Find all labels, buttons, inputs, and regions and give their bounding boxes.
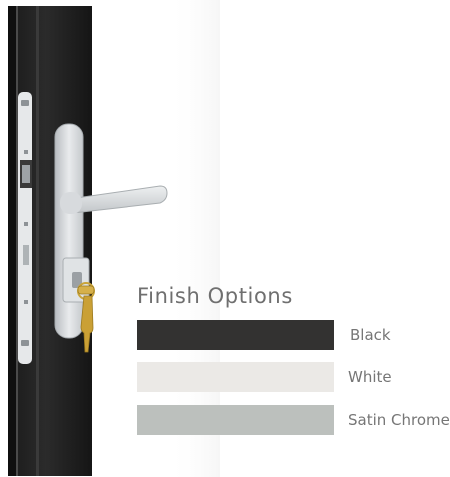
satin-chrome-swatch	[137, 405, 334, 435]
finish-label-white: White	[348, 368, 392, 386]
finish-option-black[interactable]: Black	[137, 320, 450, 350]
finish-label-black: Black	[350, 326, 391, 344]
finish-label-satin-chrome: Satin Chrome	[348, 411, 450, 429]
white-swatch	[137, 362, 334, 392]
black-swatch	[137, 320, 334, 350]
finish-option-satin-chrome[interactable]: Satin Chrome	[137, 405, 450, 435]
finish-options-title: Finish Options	[137, 284, 293, 308]
finish-option-white[interactable]: White	[137, 362, 450, 392]
